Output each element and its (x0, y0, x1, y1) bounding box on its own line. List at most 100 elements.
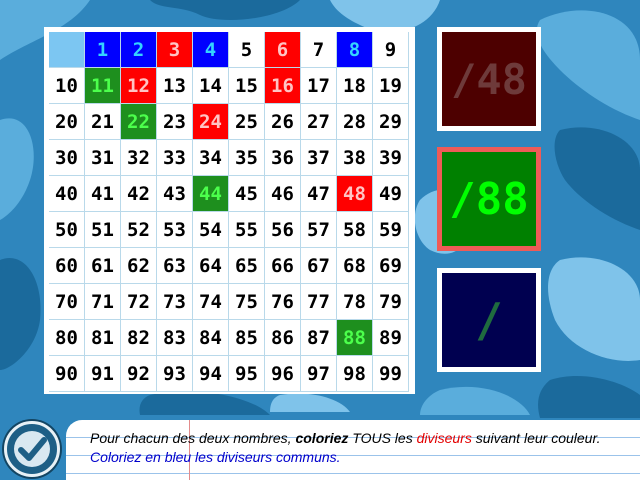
grid-cell[interactable]: 50 (49, 212, 85, 248)
grid-cell[interactable]: 52 (121, 212, 157, 248)
grid-cell[interactable]: 98 (337, 356, 373, 392)
grid-cell[interactable]: 5 (229, 32, 265, 68)
grid-cell[interactable]: 92 (121, 356, 157, 392)
grid-cell[interactable]: 53 (157, 212, 193, 248)
grid-cell[interactable]: 30 (49, 140, 85, 176)
grid-cell[interactable]: 71 (85, 284, 121, 320)
grid-cell[interactable]: 16 (265, 68, 301, 104)
grid-cell[interactable]: 58 (337, 212, 373, 248)
grid-cell[interactable]: 3 (157, 32, 193, 68)
grid-cell[interactable]: 19 (373, 68, 409, 104)
grid-cell[interactable]: 77 (301, 284, 337, 320)
grid-cell[interactable]: 91 (85, 356, 121, 392)
grid-cell[interactable]: 25 (229, 104, 265, 140)
grid-cell[interactable]: 64 (193, 248, 229, 284)
grid-cell[interactable]: 63 (157, 248, 193, 284)
grid-cell[interactable]: 22 (121, 104, 157, 140)
grid-cell[interactable]: 14 (193, 68, 229, 104)
grid-cell[interactable]: 94 (193, 356, 229, 392)
grid-cell[interactable]: 55 (229, 212, 265, 248)
grid-cell[interactable]: 8 (337, 32, 373, 68)
grid-cell[interactable]: 31 (85, 140, 121, 176)
grid-cell[interactable]: 13 (157, 68, 193, 104)
grid-cell[interactable]: 62 (121, 248, 157, 284)
grid-cell[interactable]: 10 (49, 68, 85, 104)
grid-cell[interactable]: 54 (193, 212, 229, 248)
grid-cell[interactable]: 95 (229, 356, 265, 392)
grid-cell[interactable]: 37 (301, 140, 337, 176)
grid-cell[interactable]: 70 (49, 284, 85, 320)
grid-cell[interactable]: 72 (121, 284, 157, 320)
grid-cell[interactable]: 88 (337, 320, 373, 356)
grid-cell[interactable]: 21 (85, 104, 121, 140)
grid-cell[interactable]: 89 (373, 320, 409, 356)
grid-cell[interactable]: 39 (373, 140, 409, 176)
grid-cell[interactable]: 40 (49, 176, 85, 212)
grid-cell[interactable]: 43 (157, 176, 193, 212)
grid-cell[interactable]: 35 (229, 140, 265, 176)
grid-cell[interactable]: 33 (157, 140, 193, 176)
grid-cell[interactable]: 47 (301, 176, 337, 212)
grid-cell[interactable]: 48 (337, 176, 373, 212)
grid-cell[interactable]: 27 (301, 104, 337, 140)
grid-cell[interactable] (49, 32, 85, 68)
grid-cell[interactable]: 11 (85, 68, 121, 104)
grid-cell[interactable]: 69 (373, 248, 409, 284)
grid-cell[interactable]: 97 (301, 356, 337, 392)
validate-button[interactable] (4, 421, 60, 477)
grid-cell[interactable]: 12 (121, 68, 157, 104)
grid-cell[interactable]: 93 (157, 356, 193, 392)
grid-cell[interactable]: 56 (265, 212, 301, 248)
grid-cell[interactable]: 32 (121, 140, 157, 176)
grid-cell[interactable]: 23 (157, 104, 193, 140)
grid-cell[interactable]: 60 (49, 248, 85, 284)
grid-cell[interactable]: 45 (229, 176, 265, 212)
grid-cell[interactable]: 6 (265, 32, 301, 68)
grid-cell[interactable]: 73 (157, 284, 193, 320)
grid-cell[interactable]: 75 (229, 284, 265, 320)
grid-cell[interactable]: 7 (301, 32, 337, 68)
grid-cell[interactable]: 65 (229, 248, 265, 284)
grid-cell[interactable]: 85 (229, 320, 265, 356)
grid-cell[interactable]: 84 (193, 320, 229, 356)
grid-cell[interactable]: 90 (49, 356, 85, 392)
grid-cell[interactable]: 41 (85, 176, 121, 212)
grid-cell[interactable]: 4 (193, 32, 229, 68)
grid-cell[interactable]: 79 (373, 284, 409, 320)
grid-cell[interactable]: 34 (193, 140, 229, 176)
grid-cell[interactable]: 9 (373, 32, 409, 68)
grid-cell[interactable]: 42 (121, 176, 157, 212)
grid-cell[interactable]: 26 (265, 104, 301, 140)
number-box-1[interactable]: /48 (437, 27, 541, 131)
grid-cell[interactable]: 57 (301, 212, 337, 248)
grid-cell[interactable]: 76 (265, 284, 301, 320)
grid-cell[interactable]: 81 (85, 320, 121, 356)
grid-cell[interactable]: 15 (229, 68, 265, 104)
number-box-2[interactable]: /88 (437, 147, 541, 251)
grid-cell[interactable]: 24 (193, 104, 229, 140)
grid-cell[interactable]: 1 (85, 32, 121, 68)
grid-cell[interactable]: 78 (337, 284, 373, 320)
grid-cell[interactable]: 83 (157, 320, 193, 356)
common-divisors-box[interactable]: / (437, 268, 541, 372)
grid-cell[interactable]: 61 (85, 248, 121, 284)
grid-cell[interactable]: 28 (337, 104, 373, 140)
grid-cell[interactable]: 99 (373, 356, 409, 392)
grid-cell[interactable]: 36 (265, 140, 301, 176)
grid-cell[interactable]: 67 (301, 248, 337, 284)
grid-cell[interactable]: 87 (301, 320, 337, 356)
grid-cell[interactable]: 46 (265, 176, 301, 212)
grid-cell[interactable]: 44 (193, 176, 229, 212)
grid-cell[interactable]: 29 (373, 104, 409, 140)
grid-cell[interactable]: 82 (121, 320, 157, 356)
grid-cell[interactable]: 49 (373, 176, 409, 212)
grid-cell[interactable]: 51 (85, 212, 121, 248)
grid-cell[interactable]: 18 (337, 68, 373, 104)
grid-cell[interactable]: 66 (265, 248, 301, 284)
grid-cell[interactable]: 59 (373, 212, 409, 248)
grid-cell[interactable]: 68 (337, 248, 373, 284)
grid-cell[interactable]: 96 (265, 356, 301, 392)
grid-cell[interactable]: 80 (49, 320, 85, 356)
grid-cell[interactable]: 17 (301, 68, 337, 104)
grid-cell[interactable]: 86 (265, 320, 301, 356)
